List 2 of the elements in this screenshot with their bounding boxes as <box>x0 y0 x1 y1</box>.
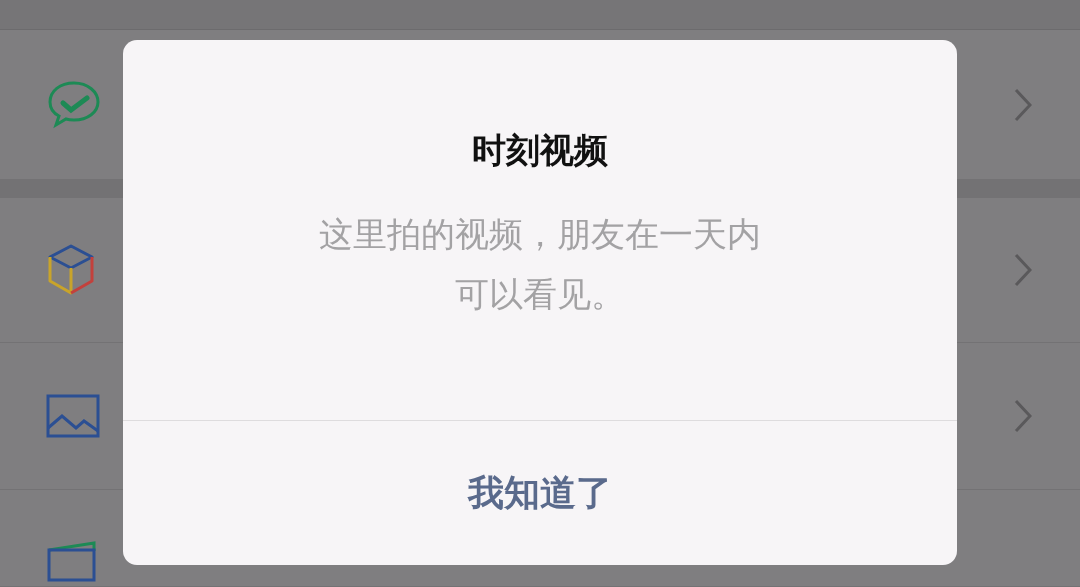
dialog-message: 这里拍的视频，朋友在一天内 可以看见。 <box>319 213 761 316</box>
dialog-title: 时刻视频 <box>472 129 608 172</box>
